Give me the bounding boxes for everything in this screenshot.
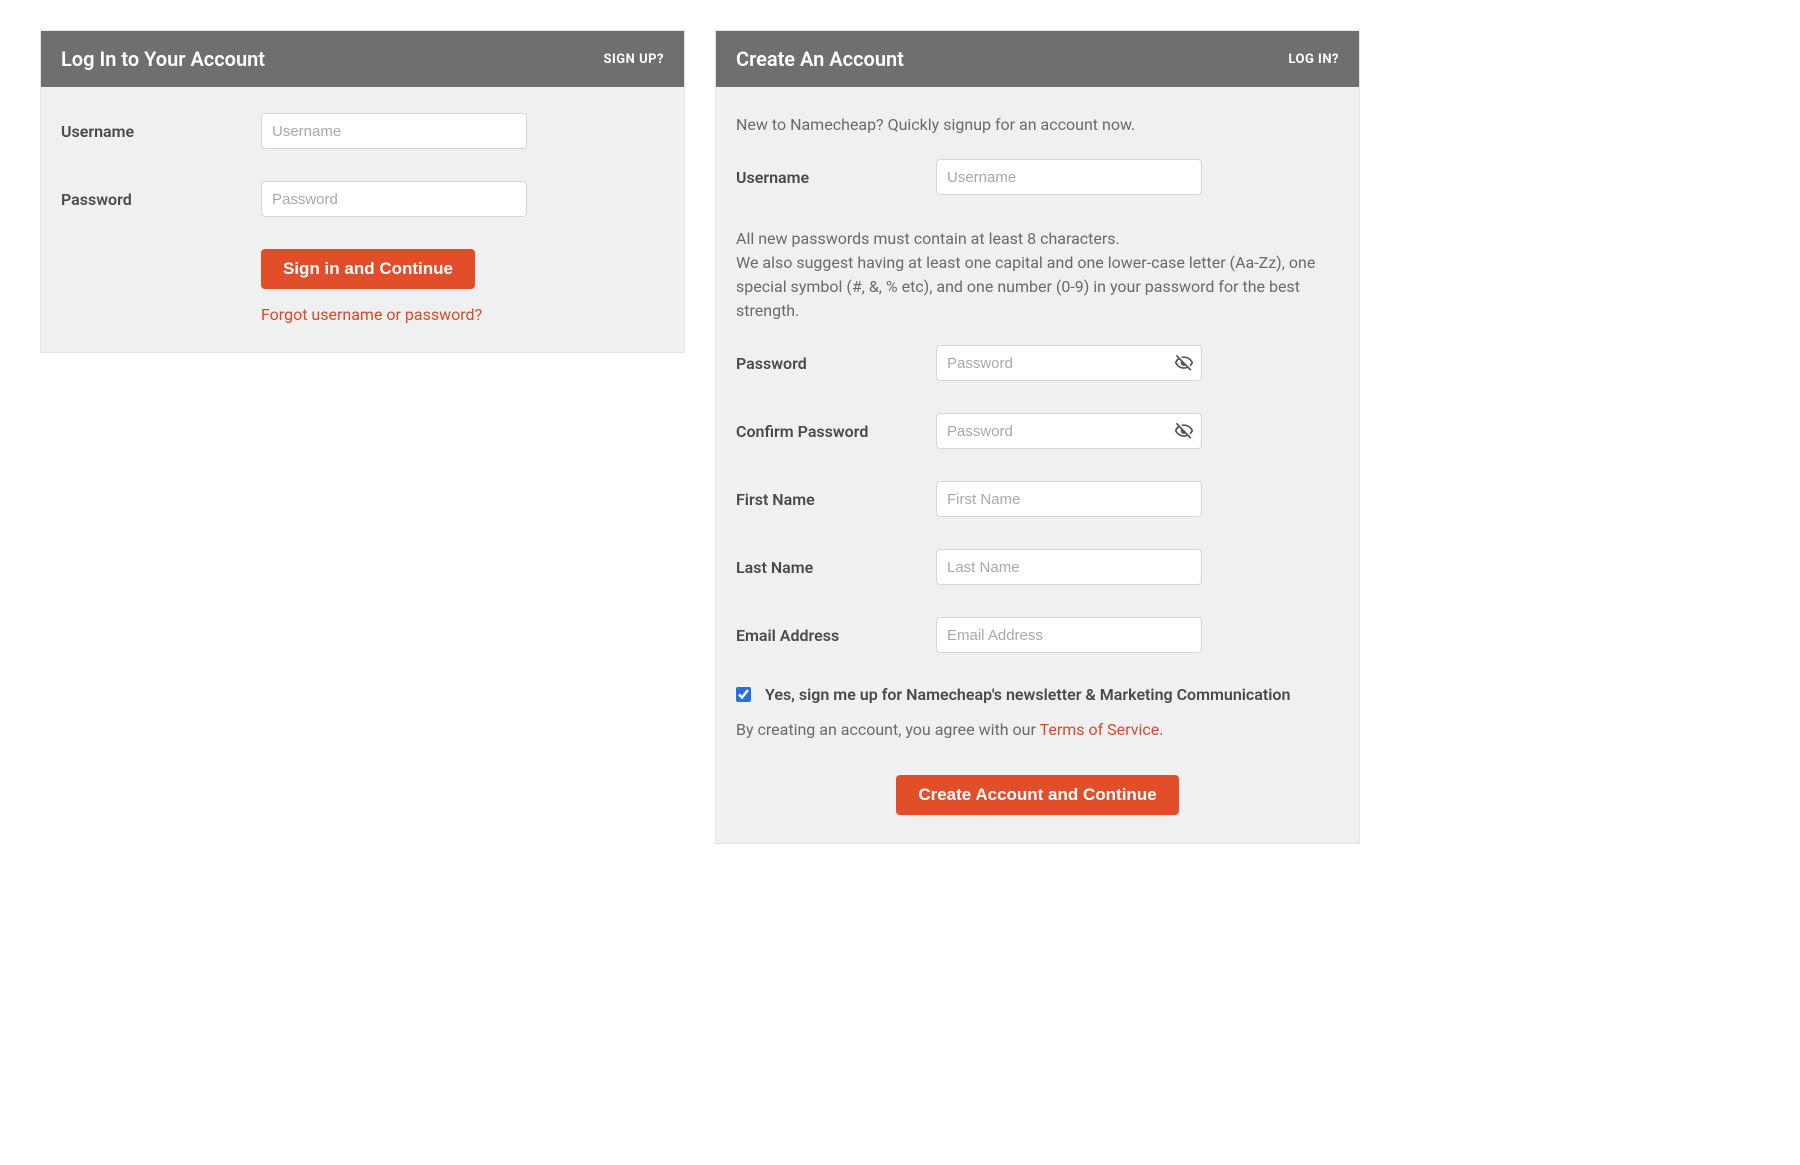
login-header: Log In to Your Account SIGN UP? xyxy=(41,31,684,87)
login-username-input[interactable] xyxy=(261,113,527,149)
signup-username-label: Username xyxy=(736,168,936,187)
signup-title: Create An Account xyxy=(736,47,904,71)
signup-panel: Create An Account LOG IN? New to Nameche… xyxy=(715,30,1360,844)
create-account-button[interactable]: Create Account and Continue xyxy=(896,775,1178,815)
password-hint: All new passwords must contain at least … xyxy=(736,227,1339,323)
login-title: Log In to Your Account xyxy=(61,47,265,71)
signup-email-input[interactable] xyxy=(936,617,1202,653)
login-username-label: Username xyxy=(61,122,261,141)
newsletter-label[interactable]: Yes, sign me up for Namecheap's newslett… xyxy=(765,685,1290,704)
signup-intro: New to Namecheap? Quickly signup for an … xyxy=(736,113,1339,137)
signup-lastname-label: Last Name xyxy=(736,558,936,577)
tos-link[interactable]: Terms of Service xyxy=(1040,720,1160,739)
signup-confirm-label: Confirm Password xyxy=(736,422,936,441)
signup-password-input[interactable] xyxy=(936,345,1202,381)
login-panel: Log In to Your Account SIGN UP? Username… xyxy=(40,30,685,353)
tos-prefix: By creating an account, you agree with o… xyxy=(736,720,1040,739)
signup-firstname-input[interactable] xyxy=(936,481,1202,517)
signup-username-input[interactable] xyxy=(936,159,1202,195)
eye-off-icon[interactable] xyxy=(1174,353,1194,373)
login-password-input[interactable] xyxy=(261,181,527,217)
tos-suffix: . xyxy=(1159,720,1163,739)
eye-off-icon[interactable] xyxy=(1174,421,1194,441)
signup-confirm-input[interactable] xyxy=(936,413,1202,449)
signup-password-label: Password xyxy=(736,354,936,373)
signin-button[interactable]: Sign in and Continue xyxy=(261,249,475,289)
forgot-link[interactable]: Forgot username or password? xyxy=(261,305,664,324)
login-link[interactable]: LOG IN? xyxy=(1288,52,1339,67)
login-password-label: Password xyxy=(61,190,261,209)
signup-firstname-label: First Name xyxy=(736,490,936,509)
signup-header: Create An Account LOG IN? xyxy=(716,31,1359,87)
login-body: Username Password Sign in and Continue F… xyxy=(41,87,684,352)
signup-link[interactable]: SIGN UP? xyxy=(604,52,665,67)
tos-text: By creating an account, you agree with o… xyxy=(736,720,1339,739)
newsletter-checkbox[interactable] xyxy=(736,687,751,702)
signup-email-label: Email Address xyxy=(736,626,936,645)
signup-lastname-input[interactable] xyxy=(936,549,1202,585)
signup-body: New to Namecheap? Quickly signup for an … xyxy=(716,87,1359,843)
